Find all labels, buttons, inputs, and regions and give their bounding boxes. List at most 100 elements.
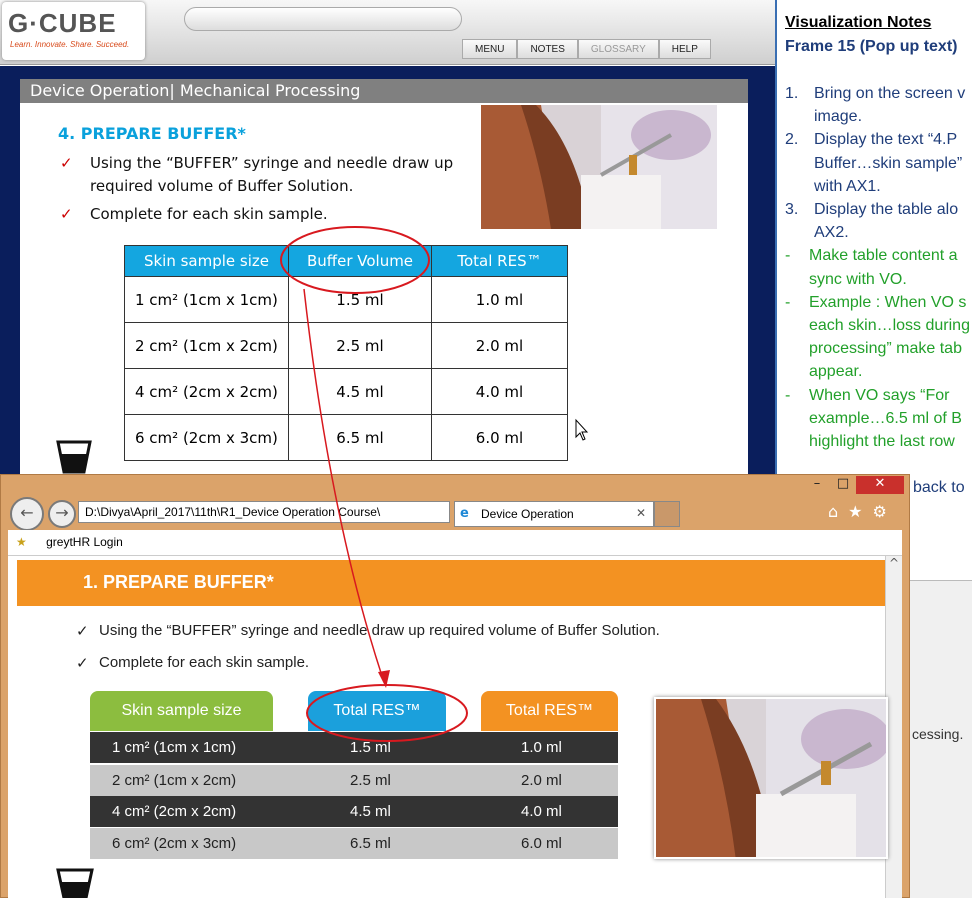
notes-line: Make table content a bbox=[809, 247, 958, 265]
beaker-icon bbox=[56, 440, 92, 474]
table-row: 6 cm² (2cm x 3cm) 6.5 ml 6.0 ml bbox=[90, 828, 618, 859]
table-cell: 4.5 ml bbox=[288, 368, 432, 415]
table-row: 4 cm² (2cm x 2cm) 4.5 ml 4.0 ml bbox=[124, 368, 568, 415]
table-cell: 6.5 ml bbox=[288, 414, 432, 461]
notes-line: image. bbox=[814, 108, 863, 126]
notes-line-marker: - bbox=[785, 293, 791, 311]
home-icon[interactable]: ⌂ bbox=[828, 502, 848, 521]
notes-line: Buffer…skin sample” bbox=[814, 154, 963, 172]
title-pill bbox=[184, 7, 462, 31]
table-cell: 1.0 ml bbox=[431, 276, 568, 323]
favorites-star-icon[interactable]: ★ bbox=[848, 502, 872, 521]
table-row: 4 cm² (2cm x 2cm) 4.5 ml 4.0 ml bbox=[90, 796, 618, 827]
table-cell: 6.0 ml bbox=[521, 835, 562, 852]
table-cell: 6 cm² (2cm x 3cm) bbox=[124, 414, 289, 461]
notes-line-marker: - bbox=[785, 247, 791, 265]
table-cell: 2.5 ml bbox=[350, 772, 391, 789]
notes-line: Bring on the screen v bbox=[814, 85, 966, 102]
table-cell: 2.5 ml bbox=[288, 322, 432, 369]
table-header: Total RES™ bbox=[481, 691, 618, 731]
table-row: 2 cm² (1cm x 2cm) 2.5 ml 2.0 ml bbox=[124, 322, 568, 369]
table-row: 1 cm² (1cm x 1cm) 1.5 ml 1.0 ml bbox=[90, 732, 618, 763]
notes-line: processing” make tab bbox=[809, 340, 962, 358]
address-bar[interactable]: D:\Divya\April_2017\11th\R1_Device Opera… bbox=[78, 501, 450, 523]
slide-bullet-text: Complete for each skin sample. bbox=[90, 205, 328, 223]
logo-text: G·CUBE bbox=[8, 8, 117, 38]
notes-button[interactable]: NOTES bbox=[517, 39, 578, 59]
lab-photo-image bbox=[481, 105, 717, 229]
table-cell: 4.5 ml bbox=[350, 803, 391, 820]
notes-line-marker: 3. bbox=[785, 201, 799, 218]
table-cell: 2.0 ml bbox=[521, 772, 562, 789]
table-cell: 1.5 ml bbox=[350, 739, 391, 756]
check-icon: ✓ bbox=[60, 205, 73, 223]
beaker-icon bbox=[56, 868, 94, 898]
table-cell: 6.5 ml bbox=[350, 835, 391, 852]
back-icon[interactable]: ← bbox=[10, 497, 44, 531]
table-cell: 1.5 ml bbox=[288, 276, 432, 323]
new-tab-button[interactable] bbox=[654, 501, 680, 527]
ie-icon: e bbox=[460, 506, 469, 521]
browser-tab[interactable]: Device Operation bbox=[454, 501, 654, 527]
notes-frame: Frame 15 (Pop up text) bbox=[785, 38, 958, 55]
favorites-bar: ★ greytHR Login bbox=[8, 530, 902, 556]
table-cell: 4 cm² (2cm x 2cm) bbox=[112, 803, 237, 820]
table-cell: 4 cm² (2cm x 2cm) bbox=[124, 368, 289, 415]
table-header: Skin sample size bbox=[90, 691, 273, 731]
course-toolbar: G·CUBE Learn. Innovate. Share. Succeed. … bbox=[0, 0, 776, 65]
notes-line-marker: 2. bbox=[785, 131, 799, 149]
check-icon: ✓ bbox=[76, 623, 89, 640]
table-cell: 4.0 ml bbox=[431, 368, 568, 415]
tab-close-icon[interactable]: ✕ bbox=[636, 506, 646, 520]
table-header: Total RES™ bbox=[431, 245, 568, 277]
page-heading: 1. PREPARE BUFFER* bbox=[17, 560, 885, 606]
help-button[interactable]: HELP bbox=[658, 39, 711, 59]
table-cell: 1 cm² (1cm x 1cm) bbox=[124, 276, 289, 323]
address-text: D:\Divya\April_2017\11th\R1_Device Opera… bbox=[85, 505, 381, 519]
gcube-logo: G·CUBE Learn. Innovate. Share. Succeed. bbox=[2, 2, 145, 60]
course-nav: MENU NOTES GLOSSARY HELP bbox=[462, 39, 711, 59]
side-panel-text: cessing. bbox=[912, 726, 964, 742]
table-row: 2 cm² (1cm x 2cm) 2.5 ml 2.0 ml bbox=[90, 765, 618, 796]
notes-line-marker: - bbox=[785, 386, 791, 404]
forward-icon[interactable]: → bbox=[48, 500, 76, 528]
minimize-icon[interactable]: – bbox=[804, 476, 830, 494]
favorites-add-icon[interactable]: ★ bbox=[16, 535, 27, 549]
notes-line: highlight the last row bbox=[809, 433, 955, 450]
notes-line: appear. bbox=[809, 363, 863, 381]
table-cell: 6 cm² (2cm x 3cm) bbox=[112, 835, 237, 852]
notes-line: Example : When VO s bbox=[809, 293, 967, 311]
logo-tagline: Learn. Innovate. Share. Succeed. bbox=[10, 40, 130, 49]
slide-buffer-table: Skin sample size Buffer Volume Total RES… bbox=[124, 245, 568, 461]
table-header: Skin sample size bbox=[124, 245, 289, 277]
table-cell: 4.0 ml bbox=[521, 803, 562, 820]
lab-photo bbox=[654, 697, 888, 859]
page-bullet-text: Complete for each skin sample. bbox=[99, 654, 310, 671]
menu-button[interactable]: MENU bbox=[462, 39, 518, 59]
table-row: 6 cm² (2cm x 3cm) 6.5 ml 6.0 ml bbox=[124, 414, 568, 461]
table-cell: 2.0 ml bbox=[431, 322, 568, 369]
close-icon[interactable]: ✕ bbox=[856, 476, 904, 494]
notes-line-marker: 1. bbox=[785, 85, 799, 102]
table-header: Buffer Volume bbox=[288, 245, 432, 277]
window-controls: – □ ✕ bbox=[804, 476, 904, 494]
maximize-icon[interactable]: □ bbox=[830, 476, 856, 494]
browser-tools: ⌂★⚙ bbox=[828, 502, 897, 521]
table-cell: 1.0 ml bbox=[521, 739, 562, 756]
table-cell: 6.0 ml bbox=[431, 414, 568, 461]
table-row: 1 cm² (1cm x 1cm) 1.5 ml 1.0 ml bbox=[124, 276, 568, 323]
table-cell: 2 cm² (1cm x 2cm) bbox=[112, 772, 237, 789]
notes-line: example…6.5 ml of B bbox=[809, 409, 962, 427]
table-cell: 2 cm² (1cm x 2cm) bbox=[124, 322, 289, 369]
notes-title: Visualization Notes bbox=[785, 14, 932, 31]
notes-line: with AX1. bbox=[814, 177, 881, 195]
slide-heading: 4. PREPARE BUFFER* bbox=[58, 124, 246, 143]
slide-bullet-text: Using the “BUFFER” syringe and needle dr… bbox=[90, 154, 454, 195]
notes-line: AX2. bbox=[814, 224, 849, 242]
slide-title: Device Operation| Mechanical Processing bbox=[20, 79, 748, 103]
glossary-button[interactable]: GLOSSARY bbox=[577, 39, 659, 59]
table-cell: 1 cm² (1cm x 1cm) bbox=[112, 739, 237, 756]
favorite-link[interactable]: greytHR Login bbox=[46, 535, 123, 549]
lab-photo-image bbox=[656, 699, 886, 857]
gear-icon[interactable]: ⚙ bbox=[873, 502, 897, 521]
